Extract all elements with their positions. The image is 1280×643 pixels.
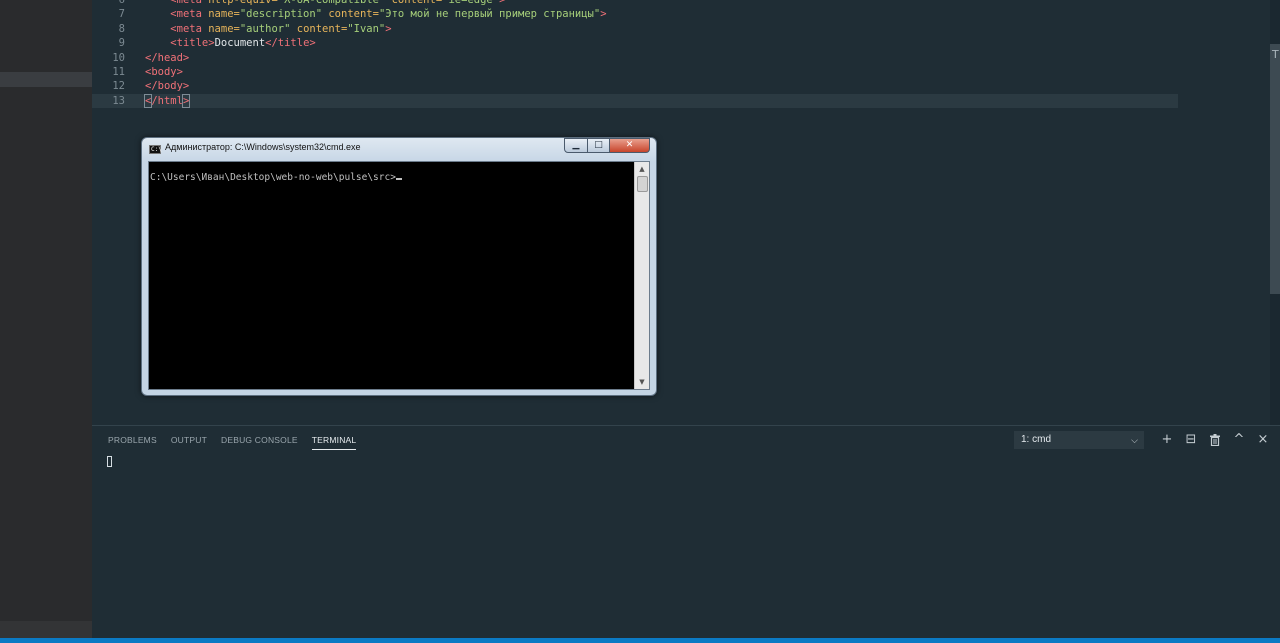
chevron-down-icon: ⌵ [1131,435,1138,445]
line-number: 8 [118,22,125,35]
line-number: 11 [112,66,125,78]
code-line[interactable]: 12 </body> [92,79,1192,93]
cmd-scrollbar-thumb[interactable] [637,176,648,192]
cmd-cursor [395,178,402,180]
sidebar-active-item[interactable] [0,72,92,87]
editor-scrollbar[interactable]: T [1270,0,1280,425]
cmd-window[interactable]: C:\ Администратор: C:\Windows\system32\c… [141,137,657,396]
line-number: 13 [112,94,125,107]
cmd-titlebar[interactable]: C:\ Администратор: C:\Windows\system32\c… [142,138,656,160]
scroll-marker: T [1272,48,1279,61]
code-line[interactable]: 9 <title>Document</title> [92,36,1192,50]
maximize-button[interactable]: □ [588,138,610,153]
cmd-app-icon: C:\ [149,145,162,154]
split-terminal-icon[interactable]: ⊟ [1179,431,1203,449]
line-number: 9 [118,37,125,50]
code-line[interactable]: 10 </head> [92,51,1192,65]
tab-debug-console[interactable]: DEBUG CONSOLE [221,435,298,450]
tab-terminal[interactable]: TERMINAL [311,435,357,450]
sidebar-bottom-strip [0,621,92,639]
add-terminal-icon[interactable]: + [1155,431,1179,449]
cmd-console[interactable]: C:\Users\Иван\Desktop\web-no-web\pulse\s… [148,161,650,390]
panel-tabs: PROBLEMS OUTPUT DEBUG CONSOLE TERMINAL [108,435,370,450]
code-text: </html> [143,93,191,108]
code-line[interactable]: 8 <meta name="author" content="Ivan"> [92,22,1192,36]
close-button[interactable]: ✕ [610,138,650,153]
tab-problems[interactable]: PROBLEMS [108,435,157,450]
sidebar [0,0,92,643]
minimize-button[interactable]: ▁ [564,138,588,153]
tab-output[interactable]: OUTPUT [171,435,207,450]
code-line[interactable]: 11 <body> [92,65,1192,79]
scroll-up-icon[interactable]: ▲ [635,162,649,176]
cmd-prompt: C:\Users\Иван\Desktop\web-no-web\pulse\s… [150,172,396,183]
cmd-window-title: Администратор: C:\Windows\system32\cmd.e… [165,142,361,152]
code-text: <meta name="description" content="Это мо… [170,8,607,21]
line-number: 6 [118,0,125,6]
bottom-panel: PROBLEMS OUTPUT DEBUG CONSOLE TERMINAL 1… [92,425,1280,638]
line-number: 7 [118,8,125,21]
code-text: </head> [145,51,190,64]
code-line[interactable]: 13 </html> [92,93,1178,109]
scroll-down-icon[interactable]: ▼ [635,375,649,389]
terminal-select[interactable]: 1: cmd ⌵ [1014,431,1144,449]
code-text: </body> [145,80,190,93]
code-text: <title>Document</title> [170,37,316,50]
code-text: <meta name="author" content="Ivan"> [170,22,392,35]
code-line[interactable]: 6 <meta http-equiv="X-UA-Compatible" con… [92,0,1192,7]
code-line[interactable]: 7 <meta name="description" content="Это … [92,7,1192,21]
cmd-prompt-line: C:\Users\Иван\Desktop\web-no-web\pulse\s… [150,172,402,183]
close-panel-icon[interactable]: × [1251,431,1275,449]
cmd-scrollbar[interactable]: ▲ ▼ [634,162,649,389]
status-bar [0,638,1280,643]
code-text: <body> [145,66,183,78]
trash-icon[interactable] [1203,431,1227,449]
code-text: <meta http-equiv="X-UA-Compatible" conte… [170,0,506,6]
editor-scrollbar-thumb[interactable] [1270,44,1280,294]
terminal-cursor [107,456,112,467]
panel-actions: + ⊟ ^ × [1155,431,1275,449]
line-number: 10 [112,51,125,64]
cmd-window-controls: ▁ □ ✕ [564,138,650,154]
terminal-select-value: 1: cmd [1021,434,1052,445]
maximize-panel-icon[interactable]: ^ [1227,431,1251,449]
line-number: 12 [112,80,125,93]
